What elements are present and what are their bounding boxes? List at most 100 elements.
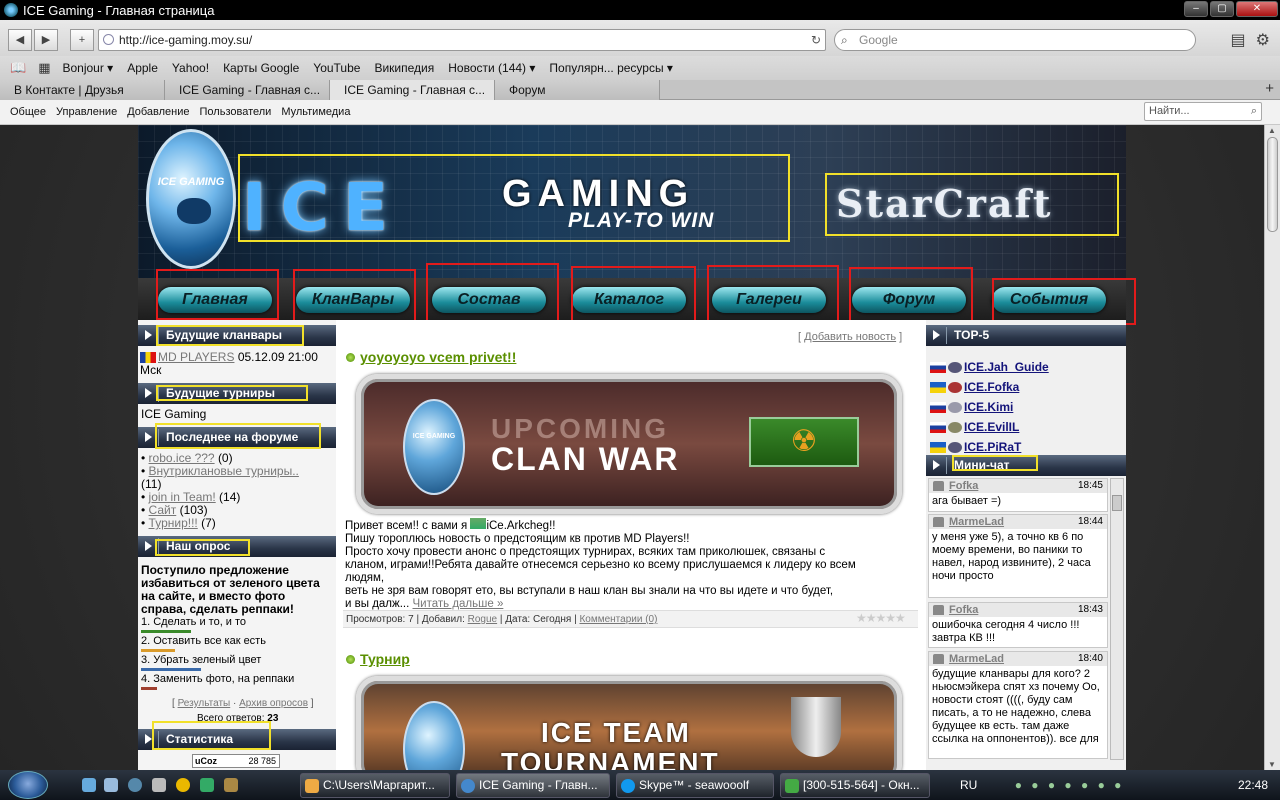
scroll-up-icon[interactable]: ▲ [1268,126,1276,135]
taskbar-button[interactable]: Skype™ - seawooolf [616,773,774,798]
tab-ice-gaming-2[interactable]: ICE Gaming - Главная с... [330,80,495,100]
browser-quicklaunch-icon[interactable] [128,778,142,792]
forum-topic-link[interactable]: Внутриклановые турниры.. [149,464,299,478]
read-more-link[interactable]: Читать дальше » [413,598,504,610]
comments-link[interactable]: Комментарии (0) [579,614,657,625]
player-link[interactable]: ICE.Kimi [964,400,1013,414]
taskbar-clock[interactable]: 22:48 [1238,770,1268,800]
news-title-link[interactable]: Турнир [360,651,410,667]
admin-menu-general[interactable]: Общее [10,106,46,118]
admin-search-input[interactable]: Найти... ⌕ [1144,102,1262,121]
taskbar-label: Skype™ - seawooolf [639,778,750,792]
news-image-clanwar[interactable]: ICE GAMING UPCOMING CLAN WAR ☢ [356,374,902,514]
app-quicklaunch-icon[interactable] [224,778,238,792]
forum-topic-link[interactable]: robo.ice ??? [149,451,215,465]
app-quicklaunch-icon[interactable] [176,778,190,792]
bookmark-item[interactable]: Популярн... ресурсы ▾ [549,61,673,75]
poll-results-link[interactable]: Результаты [178,698,231,709]
reload-icon[interactable]: ↻ [811,30,821,50]
list-item: • Внутриклановые турниры.. (11) [141,464,299,491]
chat-user-link[interactable]: MarmeLad [949,653,1004,665]
tab-ice-gaming-1[interactable]: ICE Gaming - Главная с... [165,80,330,100]
list-item: ICE.PiRaT [930,437,1049,457]
tray-icons[interactable]: ● ● ● ● ● ● ● [1015,770,1135,800]
forum-topic-link[interactable]: join in Team! [149,490,216,504]
race-icon [948,442,962,454]
bookmark-item[interactable]: Новости (144) ▾ [448,61,535,75]
taskbar-button[interactable]: ICE Gaming - Главн... [456,773,610,798]
chat-user-link[interactable]: MarmeLad [949,516,1004,528]
book-icon[interactable]: 📖 [10,60,26,76]
show-desktop-icon[interactable] [82,778,96,792]
bookmark-item[interactable]: Yahoo! [172,61,209,75]
bookmark-item[interactable]: YouTube [313,61,360,75]
close-button[interactable]: ✕ [1236,1,1278,17]
admin-menu-users[interactable]: Пользователи [200,106,272,118]
tab-vkontakte[interactable]: В Контакте | Друзья [0,80,165,100]
app-quicklaunch-icon[interactable] [152,778,166,792]
admin-menu-multimedia[interactable]: Мультимедиа [281,106,350,118]
admin-menu-manage[interactable]: Управление [56,106,117,118]
chat-scrollbar[interactable] [1110,478,1124,760]
chat-scroll-thumb[interactable] [1112,495,1122,511]
chat-text: будущие кланвары для кого? 2 ньюсмэйкера… [932,668,1100,745]
new-tab-icon[interactable]: + [1265,80,1274,97]
minimize-button[interactable]: – [1184,1,1208,17]
chat-user-link[interactable]: Fofka [949,480,978,492]
clanwar-team-link[interactable]: MD PLAYERS [158,350,234,364]
app-quicklaunch-icon[interactable] [200,778,214,792]
folder-icon [305,779,319,793]
browser-icon [4,3,18,17]
gear-icon[interactable]: ⚙ [1256,30,1270,50]
highlight-nav-box [293,269,416,324]
top-sites-grid-icon[interactable]: ▦ [38,60,50,76]
add-news-link[interactable]: Добавить новость [804,331,896,343]
back-button[interactable]: ◀ [8,29,32,51]
add-bookmark-button[interactable]: + [70,29,94,51]
chat-time: 18:45 [1077,480,1103,491]
address-bar[interactable]: http://ice-gaming.moy.su/ ↻ [98,29,826,51]
russia-flag-icon [930,362,946,374]
taskbar-button[interactable]: [300-515-564] - Окн... [780,773,930,798]
meta-author-link[interactable]: Rogue [468,614,497,625]
poll-option[interactable]: 1. Сделать и то, и то [141,616,246,629]
admin-menu-add[interactable]: Добавление [127,106,189,118]
news-line: Просто хочу провести анонс о предстоящих… [345,546,826,558]
rating-stars[interactable]: ★★★★★ [856,611,906,625]
ucoz-counter[interactable]: uCoz 28 785 [192,754,280,768]
taskbar-button[interactable]: C:\Users\Маргарит... [300,773,450,798]
poll-option[interactable]: 4. Заменить фото, на реппаки [141,673,294,686]
start-button[interactable] [8,771,48,799]
emblem-text: ICE GAMING [412,433,456,440]
forum-topic-link[interactable]: Сайт [149,503,177,517]
chat-user-link[interactable]: Fofka [949,604,978,616]
scroll-thumb[interactable] [1267,137,1278,232]
bookmark-item[interactable]: Apple [127,61,158,75]
maximize-button[interactable]: ▢ [1210,1,1234,17]
news-title-link[interactable]: yoyoyoyo vcem privet!! [360,349,516,365]
player-link[interactable]: ICE.EvilIL [964,420,1019,434]
poll-option[interactable]: 3. Убрать зеленый цвет [141,654,261,667]
language-indicator[interactable]: RU [960,778,977,792]
player-link[interactable]: ICE.Jah_Guide [964,360,1049,374]
player-link[interactable]: ICE.PiRaT [964,440,1021,454]
poll-option[interactable]: 2. Оставить все как есть [141,635,266,648]
race-icon [948,402,962,414]
search-field[interactable]: ⌕ Google [834,29,1196,51]
user-avatar-icon [933,481,944,491]
news-line: Пишу тороплюсь новость о предстоящим кв … [345,533,690,545]
forum-topic-link[interactable]: Турнир!!! [149,516,198,530]
forward-button[interactable]: ▶ [34,29,58,51]
explorer-icon[interactable] [104,778,118,792]
tab-forum[interactable]: Форум [495,80,660,100]
bookmark-item[interactable]: Википедия [374,61,434,75]
poll-archive-link[interactable]: Архив опросов [239,698,308,709]
scroll-down-icon[interactable]: ▼ [1268,760,1276,769]
list-item: ICE.Kimi [930,397,1049,417]
bookmark-item[interactable]: Карты Google [223,61,299,75]
player-link[interactable]: ICE.Fofka [964,380,1019,394]
chat-message: Fofka 18:45 ага бывает =) [928,478,1108,512]
vertical-scrollbar[interactable]: ▲ ▼ [1264,125,1280,770]
bookmark-item[interactable]: Bonjour ▾ [62,61,113,75]
page-menu-icon[interactable]: ▤ [1231,30,1246,50]
